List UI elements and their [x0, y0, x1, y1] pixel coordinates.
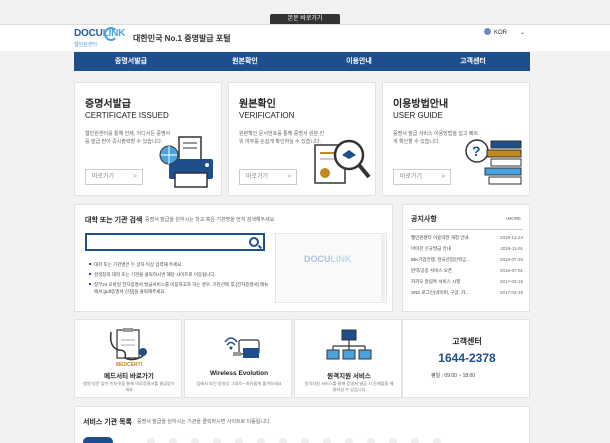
- card-title: 증명서발급: [85, 99, 131, 110]
- institution-search-panel: 대학 또는 기관 검색 증명서 발급을 원하시는 학교 혹은 기관명을 먼저 검…: [74, 204, 393, 312]
- list-item: 대학 또는 기관명은 두 글자 이상 입력해 주세요.: [89, 261, 269, 268]
- institution-list-panel: 서비스 기관 목록 증명서 발급을 원하시는 기관을 클릭하시면 사이트로 이동…: [74, 406, 530, 443]
- results-scrollbar[interactable]: [381, 235, 385, 301]
- customer-center-phone: 1644-2378: [438, 351, 496, 365]
- card-subtitle: CERTIFICATE ISSUED: [85, 111, 169, 120]
- tab[interactable]: [411, 438, 419, 443]
- printer-globe-icon: [159, 136, 213, 188]
- certificate-go-button[interactable]: 바로가기 >: [85, 169, 143, 185]
- card-verification: 원본확인 VERIFICATION 원본확인 문서번호를 통해 증명서 원본 진…: [228, 82, 376, 196]
- card-guide: 이용방법안내 USER GUIDE 증명서 발급 서비스 이용방법을 쉽고 빠르…: [382, 82, 530, 196]
- notice-title: 공지사항: [411, 216, 437, 223]
- verification-go-button[interactable]: 바로가기 >: [239, 169, 297, 185]
- nav-item-certificate[interactable]: 증명서발급: [74, 52, 188, 71]
- tab[interactable]: [257, 438, 265, 443]
- card-subtitle: USER GUIDE: [393, 111, 443, 120]
- wireless-usb-icon: [224, 337, 260, 358]
- tab[interactable]: [301, 438, 309, 443]
- skip-to-content-link[interactable]: 본문 바로가기: [270, 14, 340, 24]
- nav-item-verification[interactable]: 원본확인: [188, 52, 302, 71]
- nav-item-customer-center[interactable]: 고객센터: [416, 52, 530, 71]
- institution-search-input[interactable]: [85, 233, 265, 251]
- customer-center-title: 고객센터: [452, 337, 482, 346]
- books-question-icon: ?: [465, 139, 522, 185]
- service-name: Wireless Evolution: [209, 370, 269, 377]
- card-subtitle: VERIFICATION: [239, 111, 295, 120]
- tab[interactable]: [191, 438, 199, 443]
- globe-icon: [484, 28, 491, 35]
- service-brand: MEDCERTI: [115, 362, 143, 368]
- search-results-box[interactable]: DOCULINK: [275, 233, 387, 303]
- service-description: 원격지원 서비스를 통해 증명서 발급 시 문제점을 해결하실 수 있습니다: [304, 381, 394, 392]
- tab[interactable]: [367, 438, 375, 443]
- service-description: 집에서 보던 동영상 그대로~ 자유롭게 즐겨보세요: [196, 381, 282, 386]
- certificate-magnifier-icon: [314, 139, 371, 184]
- site-tagline: 대한민국 No.1 증명발급 포털: [133, 34, 231, 43]
- stethoscope-clipboard-icon: [109, 328, 147, 361]
- logo-subtitle: 웹민원센터: [74, 42, 98, 48]
- card-title: 이용방법안내: [393, 99, 449, 110]
- list-item[interactable]: 번역/공증 서비스 오픈 2018-07-01: [411, 268, 523, 278]
- tab[interactable]: [169, 438, 177, 443]
- language-selector[interactable]: KOR ⌄: [484, 27, 528, 39]
- tab[interactable]: [279, 438, 287, 443]
- nav-item-guide[interactable]: 이용안내: [302, 52, 416, 71]
- list-item[interactable]: 카카오 알림톡 서비스 시행 2017-03-16: [411, 279, 523, 289]
- service-name: 원격지원 서비스: [327, 373, 371, 380]
- docu-link-watermark: DOCULINK: [304, 254, 352, 264]
- service-medcerti[interactable]: MEDCERTI 메드서티 바로가기 병원 방문 없이 인터넷을 통해 의료증명…: [74, 319, 182, 398]
- tab[interactable]: [389, 438, 397, 443]
- search-title: 대학 또는 기관 검색: [85, 217, 143, 224]
- customer-center-hours: 평일 : 09:00 ~ 18:00: [431, 373, 476, 379]
- logo-ring-icon: [104, 27, 118, 41]
- guide-go-button[interactable]: 바로가기 >: [393, 169, 451, 185]
- card-title: 원본확인: [239, 99, 276, 110]
- chevron-right-icon: >: [441, 174, 445, 180]
- notice-divider: [411, 229, 523, 230]
- tab[interactable]: [213, 438, 221, 443]
- customer-center-panel: 고객센터 1644-2378 평일 : 09:00 ~ 18:00: [402, 319, 530, 398]
- notice-panel: 공지사항 +MORE 웹민원센터 이용약관 개정 안내 2019-12-24 마이…: [402, 204, 530, 312]
- chevron-right-icon: >: [287, 174, 291, 180]
- service-wireless-evolution[interactable]: Wireless Evolution 집에서 보던 동영상 그대로~ 자유롭게 …: [184, 319, 292, 398]
- list-item[interactable]: 마이한 신규발급 안내 2019-11-01: [411, 246, 523, 256]
- list-item: 검색창의 대학 또는 기관을 클릭하시면 해당 사이트로 이동됩니다.: [89, 271, 269, 278]
- institution-list-title: 서비스 기관 목록: [83, 419, 132, 426]
- search-icon[interactable]: [249, 237, 259, 247]
- search-info-list: 대학 또는 기관명은 두 글자 이상 입력해 주세요. 검색창의 대학 또는 기…: [89, 261, 269, 298]
- site-logo[interactable]: DOCULINK 웹민원센터: [74, 27, 130, 50]
- notice-more-link[interactable]: +MORE: [505, 216, 521, 221]
- service-description: 병원 방문 없이 인터넷을 통해 의료증명서를 발급받으세요: [83, 381, 175, 392]
- tab[interactable]: [323, 438, 331, 443]
- svg-text:?: ?: [472, 143, 481, 159]
- tab[interactable]: [433, 438, 441, 443]
- list-item: 정부24 모바일 전자증명서 발급서비스를 이용하고자 하는 경우, 기관선택 …: [89, 281, 269, 295]
- list-item[interactable]: SNS 로그인(네이버, 구글, 카... 2017-03-16: [411, 290, 523, 300]
- tab[interactable]: [235, 438, 243, 443]
- list-item[interactable]: 웹민원센터 이용약관 개정 안내 2019-12-24: [411, 235, 523, 245]
- main-nav: 증명서발급 원본확인 이용안내 고객센터: [74, 52, 530, 71]
- chevron-down-icon: ⌄: [520, 30, 526, 36]
- card-certificate: 증명서발급 CERTIFICATE ISSUED 웹민원센터를 통해 언제, 어…: [74, 82, 222, 196]
- service-name: 메드서티 바로가기: [104, 373, 154, 380]
- tab[interactable]: [345, 438, 353, 443]
- search-subtitle: 증명서 발급을 원하시는 학교 혹은 기관명을 먼저 검색해주세요.: [145, 217, 276, 223]
- institution-list-subtitle: 증명서 발급을 원하시는 기관을 클릭하시면 사이트로 이동됩니다.: [137, 419, 271, 425]
- tab-active[interactable]: [83, 437, 113, 443]
- list-item[interactable]: IBK기업은행, 한국산업인력공... 2018-07-20: [411, 257, 523, 267]
- header: DOCULINK 웹민원센터 대한민국 No.1 증명발급 포털 KOR ⌄: [0, 25, 610, 51]
- remote-network-icon: [326, 329, 372, 360]
- chevron-right-icon: >: [133, 174, 137, 180]
- language-label: KOR: [494, 30, 508, 36]
- service-remote-support[interactable]: 원격지원 서비스 원격지원 서비스를 통해 증명서 발급 시 문제점을 해결하실…: [294, 319, 402, 398]
- tab[interactable]: [147, 438, 155, 443]
